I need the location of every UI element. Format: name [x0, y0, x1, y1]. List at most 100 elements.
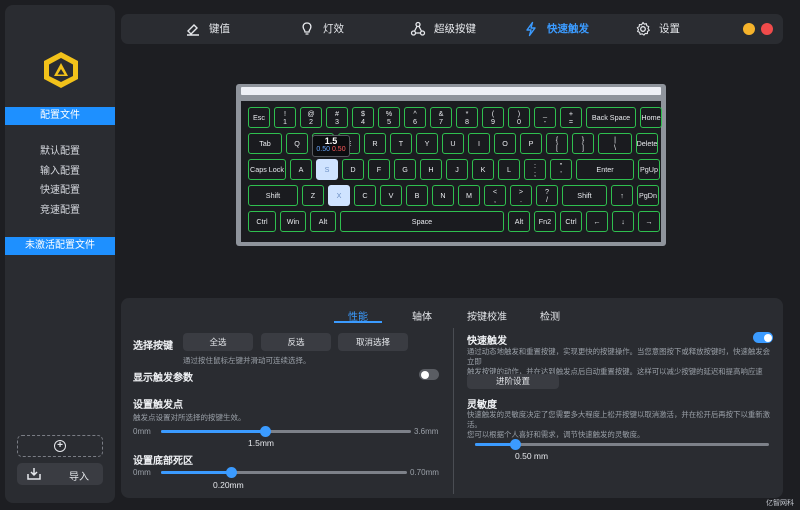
actuation-hint: 触发点设置对所选择的按键生效。 — [133, 413, 246, 422]
key-s[interactable]: S — [316, 159, 338, 180]
slider-thumb[interactable] — [225, 467, 237, 478]
key-b[interactable]: B — [406, 185, 428, 206]
clear-selection-button[interactable]: 取消选择 — [338, 333, 408, 351]
tab-test[interactable]: 检测 — [540, 308, 560, 323]
key-→[interactable]: → — [638, 211, 660, 232]
key-tab[interactable]: Tab — [248, 133, 282, 154]
key-%-5[interactable]: % 5 — [378, 107, 400, 128]
key-back-space[interactable]: Back Space — [586, 107, 636, 128]
slider-fill — [161, 430, 266, 433]
deadzone-slider[interactable] — [161, 467, 407, 478]
key-caps-lock[interactable]: Caps Lock — [248, 159, 286, 180]
key-ctrl[interactable]: Ctrl — [560, 211, 582, 232]
profile-item-input[interactable]: 输入配置 — [5, 162, 115, 177]
key-_--[interactable]: _ - — [534, 107, 556, 128]
key-↓[interactable]: ↓ — [612, 211, 634, 232]
key-t[interactable]: T — [390, 133, 412, 154]
key-<-,[interactable]: < , — [484, 185, 506, 206]
advanced-settings-button[interactable]: 进阶设置 — [467, 374, 559, 389]
bulb-icon — [302, 22, 312, 35]
key-enter[interactable]: Enter — [576, 159, 634, 180]
key-(-9[interactable]: ( 9 — [482, 107, 504, 128]
key-space[interactable]: Space — [340, 211, 504, 232]
tab-switch[interactable]: 轴体 — [412, 308, 432, 323]
select-all-button[interactable]: 全选 — [183, 333, 253, 351]
key-x[interactable]: X — [328, 185, 350, 206]
key-z[interactable]: Z — [302, 185, 324, 206]
key-l[interactable]: L — [498, 159, 520, 180]
key-$-4[interactable]: $ 4 — [352, 107, 374, 128]
key-pgup[interactable]: PgUp — [638, 159, 660, 180]
key-↑[interactable]: ↑ — [611, 185, 633, 206]
key-alt[interactable]: Alt — [310, 211, 336, 232]
sensitivity-slider[interactable] — [475, 439, 769, 450]
key-y[interactable]: Y — [416, 133, 438, 154]
key-+-=[interactable]: + = — [560, 107, 582, 128]
key-:-;[interactable]: : ; — [524, 159, 546, 180]
minimize-button[interactable] — [743, 23, 755, 35]
key-f[interactable]: F — [368, 159, 390, 180]
key-&-7[interactable]: & 7 — [430, 107, 452, 128]
key-o[interactable]: O — [494, 133, 516, 154]
keycap-icon — [187, 24, 199, 36]
key->-.[interactable]: > . — [510, 185, 532, 206]
key-esc[interactable]: Esc — [248, 107, 270, 128]
key-j[interactable]: J — [446, 159, 468, 180]
key-|-\[interactable]: | \ — [598, 133, 632, 154]
key-*-8[interactable]: * 8 — [456, 107, 478, 128]
key-alt[interactable]: Alt — [508, 211, 530, 232]
key-←[interactable]: ← — [586, 211, 608, 232]
key-d[interactable]: D — [342, 159, 364, 180]
key-shift[interactable]: Shift — [562, 185, 607, 206]
key-i[interactable]: I — [468, 133, 490, 154]
rapid-trigger-toggle[interactable] — [753, 332, 773, 343]
close-button[interactable] — [761, 23, 773, 35]
key-fn2[interactable]: Fn2 — [534, 211, 556, 232]
show-params-toggle[interactable] — [419, 369, 439, 380]
key-c[interactable]: C — [354, 185, 376, 206]
rapid-trigger-label: 快速触发 — [467, 336, 507, 347]
key-delete[interactable]: Delete — [636, 133, 658, 154]
key-p[interactable]: P — [520, 133, 542, 154]
profile-item-racing[interactable]: 竞速配置 — [5, 201, 115, 216]
key-?-/[interactable]: ? / — [536, 185, 558, 206]
import-button[interactable]: 导入 — [17, 463, 103, 485]
profile-item-default[interactable]: 默认配置 — [5, 142, 115, 157]
key-n[interactable]: N — [432, 185, 454, 206]
show-params-label: 显示触发参数 — [133, 373, 193, 384]
key-ctrl[interactable]: Ctrl — [248, 211, 276, 232]
actuation-slider[interactable] — [161, 426, 411, 437]
key-trigger-popup: 1.5 0.50 0.50 — [312, 135, 350, 157]
key-win[interactable]: Win — [280, 211, 306, 232]
profile-item-quick[interactable]: 快速配置 — [5, 181, 115, 196]
tab-calibration[interactable]: 按键校准 — [467, 308, 507, 323]
inactive-profiles-header[interactable]: 未激活配置文件 — [5, 237, 115, 255]
key-#-3[interactable]: # 3 — [326, 107, 348, 128]
key-"-'[interactable]: " ' — [550, 159, 572, 180]
key-h[interactable]: H — [420, 159, 442, 180]
key-u[interactable]: U — [442, 133, 464, 154]
key-q[interactable]: Q — [286, 133, 308, 154]
invert-selection-button[interactable]: 反选 — [261, 333, 331, 351]
slider-thumb[interactable] — [259, 426, 271, 437]
key-)-0[interactable]: ) 0 — [508, 107, 530, 128]
key-a[interactable]: A — [290, 159, 312, 180]
key-pgdn[interactable]: PgDn — [637, 185, 659, 206]
add-profile-button[interactable]: + — [17, 435, 103, 457]
key-home[interactable]: Home — [640, 107, 662, 128]
key-r[interactable]: R — [364, 133, 386, 154]
key-@-2[interactable]: @ 2 — [300, 107, 322, 128]
key-v[interactable]: V — [380, 185, 402, 206]
key-}-][interactable]: } ] — [572, 133, 594, 154]
nav-label: 快速触发 — [547, 23, 589, 35]
key-^-6[interactable]: ^ 6 — [404, 107, 426, 128]
profiles-header[interactable]: 配置文件 — [5, 107, 115, 125]
slider-thumb[interactable] — [510, 439, 522, 450]
key-{-[[interactable]: { [ — [546, 133, 568, 154]
key-g[interactable]: G — [394, 159, 416, 180]
key-m[interactable]: M — [458, 185, 480, 206]
nodes-icon — [410, 21, 426, 36]
key-!-1[interactable]: ! 1 — [274, 107, 296, 128]
key-k[interactable]: K — [472, 159, 494, 180]
key-shift[interactable]: Shift — [248, 185, 298, 206]
